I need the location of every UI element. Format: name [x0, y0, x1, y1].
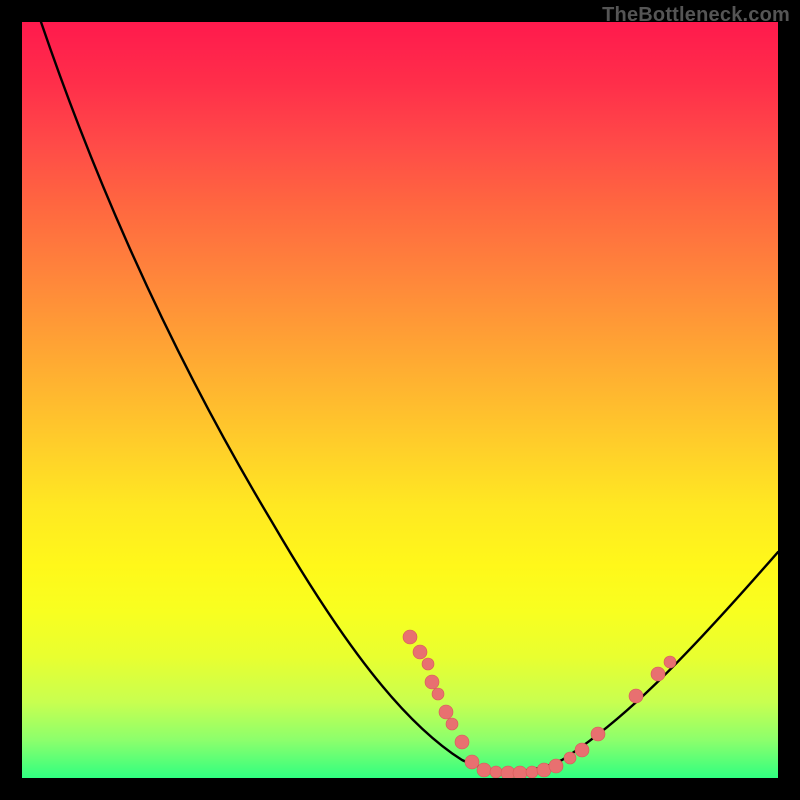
data-point	[575, 743, 589, 757]
data-point	[664, 656, 676, 668]
data-point	[526, 766, 538, 778]
data-point	[651, 667, 665, 681]
data-point	[455, 735, 469, 749]
data-point	[477, 763, 491, 777]
data-point	[465, 755, 479, 769]
data-point	[490, 766, 502, 778]
data-point	[432, 688, 444, 700]
data-point	[629, 689, 643, 703]
data-point	[591, 727, 605, 741]
data-point	[446, 718, 458, 730]
data-point	[564, 752, 576, 764]
data-point	[413, 645, 427, 659]
data-point	[439, 705, 453, 719]
data-point	[425, 675, 439, 689]
data-point	[403, 630, 417, 644]
data-point	[422, 658, 434, 670]
data-point	[549, 759, 563, 773]
data-point	[513, 766, 527, 778]
chart-svg	[22, 22, 778, 778]
